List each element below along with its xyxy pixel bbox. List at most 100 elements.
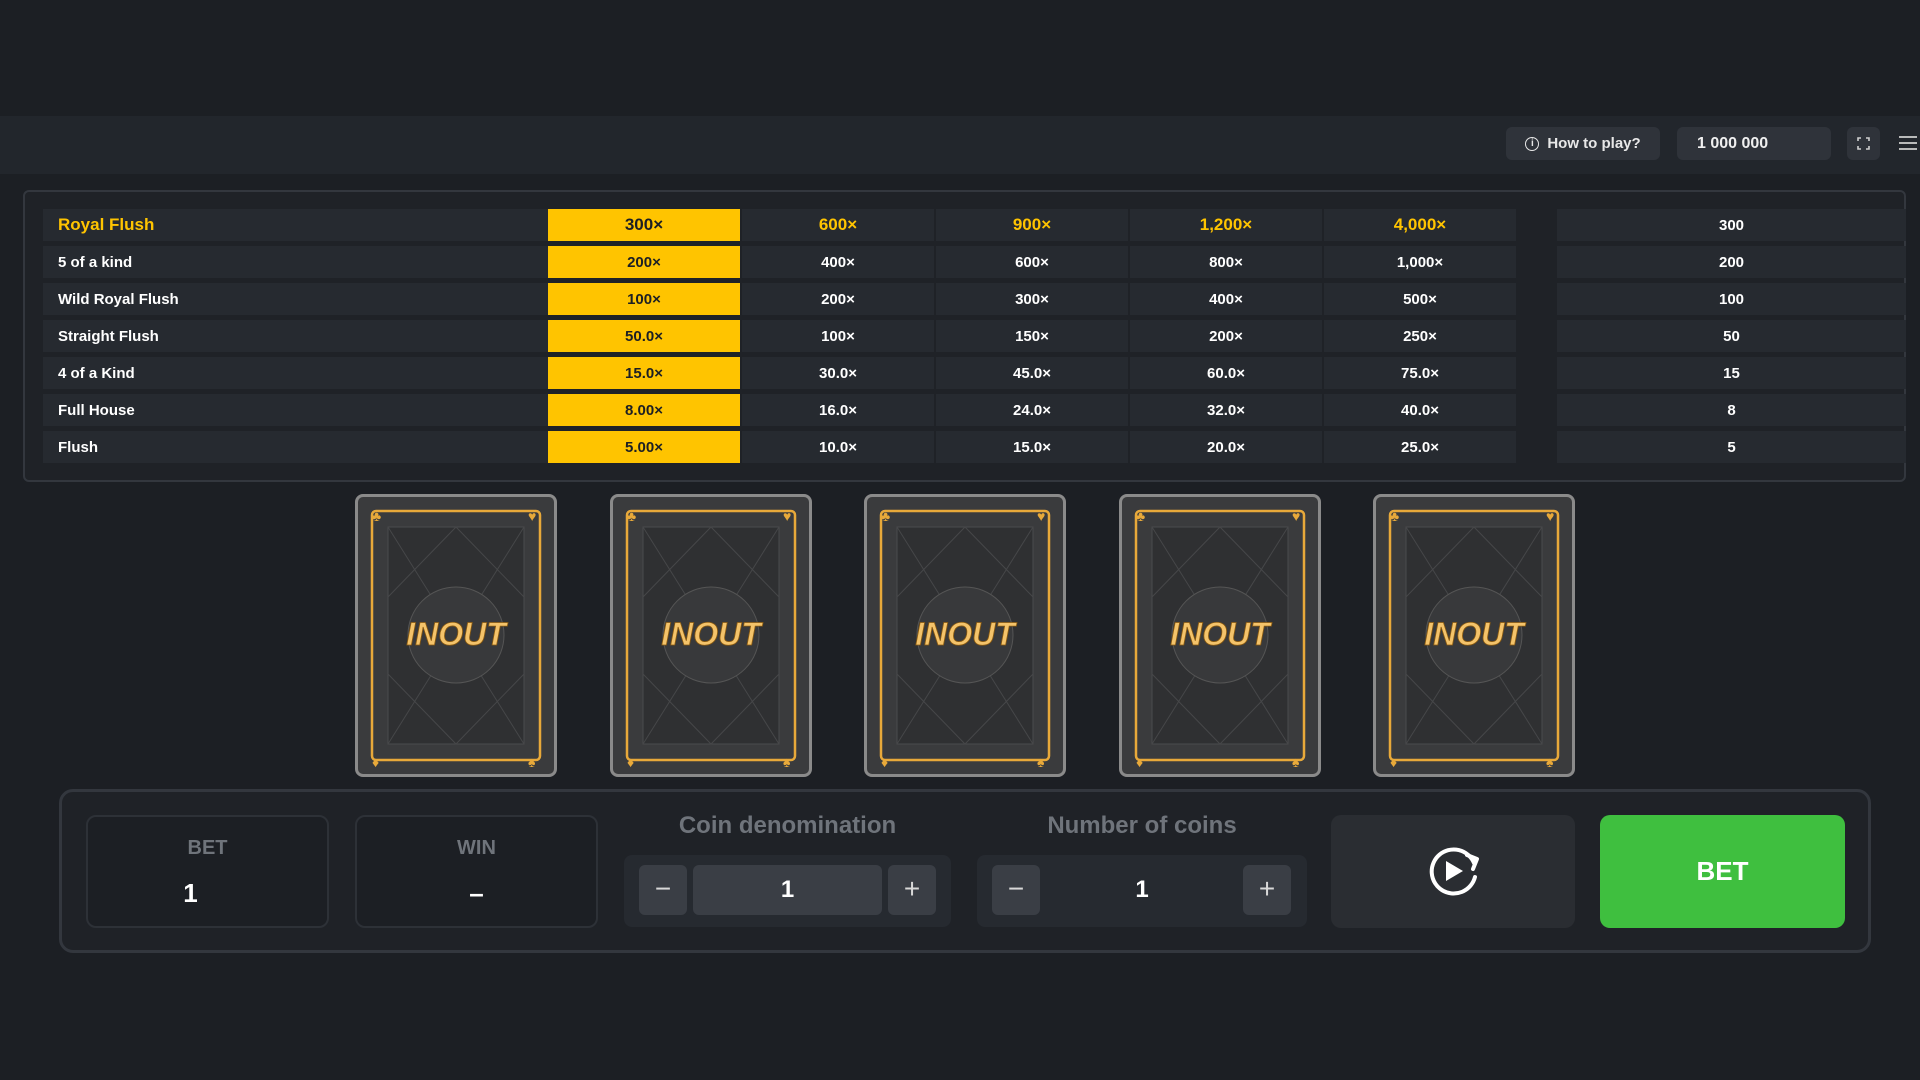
multiplier-cell: 25.0× (1324, 431, 1516, 463)
autoplay-button[interactable] (1331, 815, 1575, 928)
multiplier-cell: 60.0× (1130, 357, 1322, 389)
payout-cell: 15 (1557, 357, 1906, 389)
diamond-icon: ♦ (627, 754, 634, 770)
card-back[interactable]: INOUT ♣ ♥ ♦ ♠ (1119, 494, 1321, 777)
bet-display: BET 1 (86, 815, 329, 928)
number-of-coins-stepper: − 1 + (977, 855, 1307, 927)
club-icon: ♣ (627, 508, 636, 524)
coin-denom-increase-button[interactable]: + (888, 865, 936, 915)
card-logo: INOUT (1170, 616, 1272, 652)
multiplier-cell: 32.0× (1130, 394, 1322, 426)
paytable-row: Flush 5.00× 10.0× 15.0× 20.0× 25.0× 5 (43, 431, 1906, 463)
multiplier-cell: 4,000× (1324, 209, 1516, 241)
multiplier-cell: 100× (548, 283, 740, 315)
heart-icon: ♥ (528, 508, 536, 524)
diamond-icon: ♦ (1390, 754, 1397, 770)
card-logo: INOUT (1424, 616, 1526, 652)
multiplier-cell: 900× (936, 209, 1128, 241)
coin-denomination-label: Coin denomination (678, 812, 897, 839)
payout-cell: 300 (1557, 209, 1906, 241)
payout-cell: 50 (1557, 320, 1906, 352)
payout-cell: 8 (1557, 394, 1906, 426)
fullscreen-button[interactable] (1847, 127, 1880, 160)
spade-icon: ♠ (1292, 754, 1300, 770)
card-back[interactable]: INOUT ♣ ♥ ♦ ♠ (864, 494, 1066, 777)
card-logo: INOUT (406, 616, 508, 652)
payout-cell: 200 (1557, 246, 1906, 278)
spade-icon: ♠ (528, 754, 536, 770)
multiplier-cell: 800× (1130, 246, 1322, 278)
card-back[interactable]: INOUT ♣ ♥ ♦ ♠ (1373, 494, 1575, 777)
multiplier-cell: 45.0× (936, 357, 1128, 389)
heart-icon: ♥ (783, 508, 791, 524)
hand-name: Straight Flush (43, 320, 548, 352)
how-to-play-label: How to play? (1547, 135, 1641, 152)
diamond-icon: ♦ (372, 754, 379, 770)
multiplier-cell: 40.0× (1324, 394, 1516, 426)
win-value: – (469, 878, 484, 908)
heart-icon: ♥ (1292, 508, 1300, 524)
paytable-row: Wild Royal Flush 100× 200× 300× 400× 500× 100 (43, 283, 1906, 315)
multiplier-cell: 500× (1324, 283, 1516, 315)
multiplier-cell: 300× (548, 209, 740, 241)
spade-icon: ♠ (783, 754, 791, 770)
multiplier-cell: 15.0× (936, 431, 1128, 463)
heart-icon: ♥ (1037, 508, 1045, 524)
win-label: WIN (457, 837, 496, 859)
card-back[interactable]: INOUT ♣ ♥ ♦ ♠ (355, 494, 557, 777)
multiplier-cell: 200× (742, 283, 934, 315)
multiplier-cell: 1,000× (1324, 246, 1516, 278)
multiplier-cell: 150× (936, 320, 1128, 352)
payout-cell: 5 (1557, 431, 1906, 463)
win-display: WIN – (355, 815, 598, 928)
multiplier-cell: 200× (1130, 320, 1322, 352)
diamond-icon: ♦ (1136, 754, 1143, 770)
how-to-play-button[interactable]: i How to play? (1506, 127, 1660, 160)
autoplay-icon (1429, 847, 1479, 896)
num-coins-increase-button[interactable]: + (1243, 865, 1291, 915)
multiplier-cell: 250× (1324, 320, 1516, 352)
multiplier-cell: 50.0× (548, 320, 740, 352)
menu-button[interactable] (1898, 133, 1918, 153)
hand-name: Flush (43, 431, 548, 463)
club-icon: ♣ (881, 508, 890, 524)
card-logo: INOUT (661, 616, 763, 652)
multiplier-cell: 200× (548, 246, 740, 278)
paytable-row: Straight Flush 50.0× 100× 150× 200× 250× 50 (43, 320, 1906, 352)
multiplier-cell: 15.0× (548, 357, 740, 389)
multiplier-cell: 300× (936, 283, 1128, 315)
multiplier-cell: 1,200× (1130, 209, 1322, 241)
hand-name: 4 of a Kind (43, 357, 548, 389)
coin-denom-decrease-button[interactable]: − (639, 865, 687, 915)
fullscreen-icon (1857, 137, 1870, 150)
club-icon: ♣ (372, 508, 381, 524)
num-coins-decrease-button[interactable]: − (992, 865, 1040, 915)
paytable-row: 5 of a kind 200× 400× 600× 800× 1,000× 200 (43, 246, 1906, 278)
club-icon: ♣ (1390, 508, 1399, 524)
card-logo: INOUT (915, 616, 1017, 652)
card-back[interactable]: INOUT ♣ ♥ ♦ ♠ (610, 494, 812, 777)
diamond-icon: ♦ (881, 754, 888, 770)
info-icon: i (1525, 136, 1540, 151)
hand-name: Wild Royal Flush (43, 283, 548, 315)
num-coins-value: 1 (1135, 876, 1149, 903)
multiplier-cell: 20.0× (1130, 431, 1322, 463)
hamburger-icon (1899, 136, 1917, 150)
multiplier-cell: 400× (742, 246, 934, 278)
bet-value: 1 (183, 878, 198, 908)
hand-name: Full House (43, 394, 548, 426)
multiplier-cell: 30.0× (742, 357, 934, 389)
spade-icon: ♠ (1546, 754, 1554, 770)
multiplier-cell: 10.0× (742, 431, 934, 463)
heart-icon: ♥ (1546, 508, 1554, 524)
number-of-coins-label: Number of coins (1047, 812, 1237, 839)
multiplier-cell: 75.0× (1324, 357, 1516, 389)
paytable-row: Full House 8.00× 16.0× 24.0× 32.0× 40.0× 8 (43, 394, 1906, 426)
coin-denomination-stepper: − 1 + (624, 855, 951, 927)
hand-name: Royal Flush (43, 209, 548, 241)
paytable: Royal Flush 300× 600× 900× 1,200× 4,000× 300 5 … (23, 190, 1906, 482)
bet-label: BET (187, 837, 228, 859)
multiplier-cell: 5.00× (548, 431, 740, 463)
spade-icon: ♠ (1037, 754, 1045, 770)
bet-button[interactable]: BET (1600, 815, 1845, 928)
